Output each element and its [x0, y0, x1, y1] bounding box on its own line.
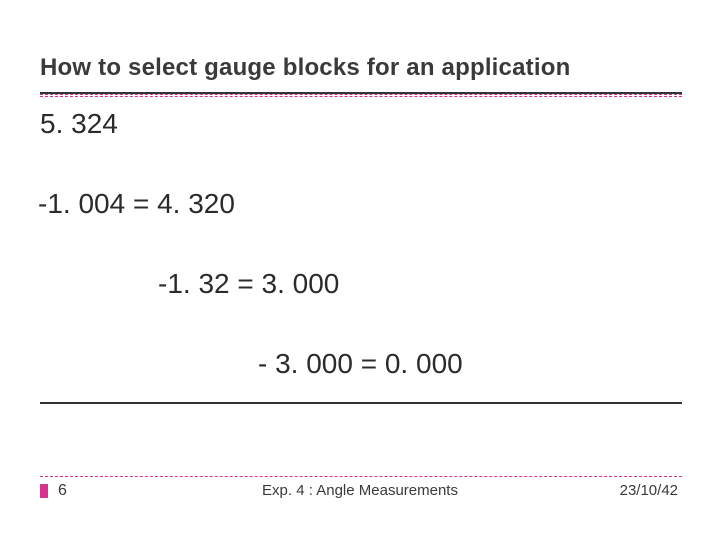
slide: How to select gauge blocks for an applic… — [0, 0, 720, 540]
body-line-4: - 3. 000 = 0. 000 — [258, 348, 463, 380]
footer-date: 23/10/42 — [620, 482, 678, 499]
title-underline — [40, 92, 682, 95]
bottom-rule — [40, 402, 682, 404]
footer-divider — [40, 476, 682, 477]
body-line-3: -1. 32 = 3. 000 — [158, 268, 339, 300]
footer-center-text: Exp. 4 : Angle Measurements — [0, 482, 720, 499]
body-line-2: -1. 004 = 4. 320 — [38, 188, 235, 220]
body-line-1: 5. 324 — [40, 108, 118, 140]
slide-title: How to select gauge blocks for an applic… — [40, 54, 680, 82]
